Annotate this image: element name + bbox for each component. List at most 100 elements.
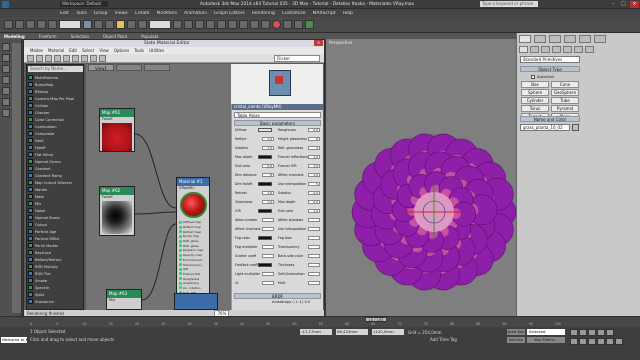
- tab-object-paint[interactable]: Object Paint: [103, 34, 127, 39]
- object-type-rollout[interactable]: Object Type: [520, 66, 580, 72]
- coord-z[interactable]: 1120,0mm: [372, 329, 404, 335]
- browser-item[interactable]: Cellular: [28, 102, 83, 109]
- pick-material-icon[interactable]: [27, 55, 34, 62]
- param-spinner[interactable]: [308, 218, 320, 222]
- hierarchy-tab-icon[interactable]: [549, 35, 561, 43]
- sme-menu-utilities[interactable]: Utilities: [149, 48, 164, 53]
- display-shapes-icon[interactable]: [2, 65, 10, 73]
- maxscript-listener[interactable]: Welcome to M: [1, 337, 27, 343]
- browser-item[interactable]: Marble: [28, 186, 83, 193]
- color-swatch[interactable]: [258, 263, 272, 267]
- param-spinner[interactable]: [262, 245, 274, 249]
- render-icon[interactable]: [305, 20, 314, 29]
- param-spinner[interactable]: 0.0: [308, 200, 320, 204]
- browser-item[interactable]: BumpMap: [28, 81, 83, 88]
- primitive-button-cylinder[interactable]: Cylinder: [521, 97, 549, 104]
- browser-item[interactable]: Camera Map Per Pixel: [28, 95, 83, 102]
- delete-icon[interactable]: [45, 55, 52, 62]
- param-spinner[interactable]: 1.6: [308, 155, 320, 159]
- param-spinner[interactable]: [262, 272, 274, 276]
- browser-item[interactable]: RGB Tint: [28, 270, 83, 277]
- goto-end-icon[interactable]: [606, 329, 614, 336]
- browser-item[interactable]: RGB Multiply: [28, 263, 83, 270]
- param-spinner[interactable]: [308, 272, 320, 276]
- browser-item[interactable]: Combustion: [28, 123, 83, 130]
- assign-material-icon[interactable]: [36, 55, 43, 62]
- display-helpers-icon[interactable]: [2, 98, 10, 106]
- color-swatch[interactable]: [258, 155, 272, 159]
- primitive-button-pyramid[interactable]: Pyramid: [551, 105, 579, 112]
- sme-menu-tools[interactable]: Tools: [134, 48, 144, 53]
- tab-freeform[interactable]: Freeform: [39, 34, 57, 39]
- zoom-all-icon[interactable]: [579, 338, 587, 345]
- browser-item[interactable]: Falloff: [28, 144, 83, 151]
- undo-icon[interactable]: [4, 20, 13, 29]
- brdf-rollout[interactable]: BRDF: [234, 293, 321, 299]
- menu-graph-editors[interactable]: Graph Editors: [214, 11, 245, 16]
- browser-item[interactable]: Speckle: [28, 284, 83, 291]
- menu-maxscript[interactable]: MAXScript: [313, 11, 336, 16]
- tab-modeling[interactable]: Modeling: [4, 34, 25, 39]
- navigator-panel[interactable]: [231, 64, 323, 104]
- coord-y[interactable]: 56,423mm: [336, 329, 368, 335]
- menu-modifiers[interactable]: Modifiers: [157, 11, 178, 16]
- param-spinner[interactable]: 1.0: [308, 209, 320, 213]
- color-swatch[interactable]: [258, 236, 272, 240]
- tab-populate[interactable]: Populate: [141, 34, 158, 39]
- browser-item[interactable]: Composite: [28, 130, 83, 137]
- workspace-selector[interactable]: Workspace: Default: [60, 1, 108, 7]
- menu-customize[interactable]: Customize: [282, 11, 306, 16]
- systems-icon[interactable]: [585, 46, 594, 53]
- browser-item[interactable]: Raytrace: [28, 249, 83, 256]
- menu-help[interactable]: Help: [343, 11, 353, 16]
- menu-tools[interactable]: Tools: [76, 11, 87, 16]
- flower-model[interactable]: [326, 39, 516, 316]
- menu-rendering[interactable]: Rendering: [252, 11, 275, 16]
- perspective-viewport[interactable]: Perspective: [326, 39, 516, 316]
- menu-views[interactable]: Views: [115, 11, 128, 16]
- display-tab-icon[interactable]: [579, 35, 591, 43]
- modify-tab-icon[interactable]: [534, 35, 546, 43]
- coord-x[interactable]: -17,17mm: [300, 329, 332, 335]
- primitive-button-box[interactable]: Box: [521, 81, 549, 88]
- percent-snap-icon[interactable]: [206, 20, 215, 29]
- sme-menu-modes[interactable]: Modes: [30, 48, 43, 53]
- filter-dropdown[interactable]: [59, 20, 81, 29]
- param-spinner[interactable]: [308, 236, 320, 240]
- color-swatch[interactable]: [258, 209, 272, 213]
- zoom-icon[interactable]: [570, 338, 578, 345]
- redo-icon[interactable]: [15, 20, 24, 29]
- browser-item[interactable]: Mix: [28, 200, 83, 207]
- ref-coord-dropdown[interactable]: [149, 20, 171, 29]
- browser-item[interactable]: Map Output Selector: [28, 179, 83, 186]
- param-spinner[interactable]: 1.0: [308, 173, 320, 177]
- set-key-button[interactable]: Set Key: [507, 337, 525, 343]
- hide-slots-icon[interactable]: [63, 55, 70, 62]
- browser-item[interactable]: Normal Gizmo: [28, 158, 83, 165]
- scale-icon[interactable]: [138, 20, 147, 29]
- name-color-rollout[interactable]: Name and Color: [520, 116, 580, 122]
- bind-icon[interactable]: [48, 20, 57, 29]
- material-editor-icon[interactable]: [272, 20, 281, 29]
- object-color-swatch[interactable]: [572, 124, 579, 131]
- primitive-button-sphere[interactable]: Sphere: [521, 89, 549, 96]
- show-background-icon[interactable]: [81, 55, 88, 62]
- create-tab-icon[interactable]: [519, 35, 531, 43]
- select-by-name-icon[interactable]: [94, 20, 103, 29]
- tab-selection[interactable]: Selection: [71, 34, 89, 39]
- browser-item[interactable]: Checker: [28, 109, 83, 116]
- param-spinner[interactable]: [262, 281, 274, 285]
- browser-item[interactable]: Smoke: [28, 277, 83, 284]
- angle-snap-icon[interactable]: [195, 20, 204, 29]
- browser-item[interactable]: Particle MBlur: [28, 235, 83, 242]
- helpers-icon[interactable]: [563, 46, 572, 53]
- param-spinner[interactable]: 5: [308, 146, 320, 150]
- search-box[interactable]: Type a keyword or phrase: [480, 1, 538, 7]
- render-setup-icon[interactable]: [283, 20, 292, 29]
- primitive-button-geosphere[interactable]: GeoSphere: [551, 89, 579, 96]
- auto-key-button[interactable]: Auto Key: [507, 329, 525, 335]
- param-spinner[interactable]: 8: [308, 137, 320, 141]
- param-spinner[interactable]: [262, 218, 274, 222]
- browser-item[interactable]: MultiMaterial: [28, 74, 83, 81]
- object-name-field[interactable]: grass_planta_10_02: [520, 124, 570, 131]
